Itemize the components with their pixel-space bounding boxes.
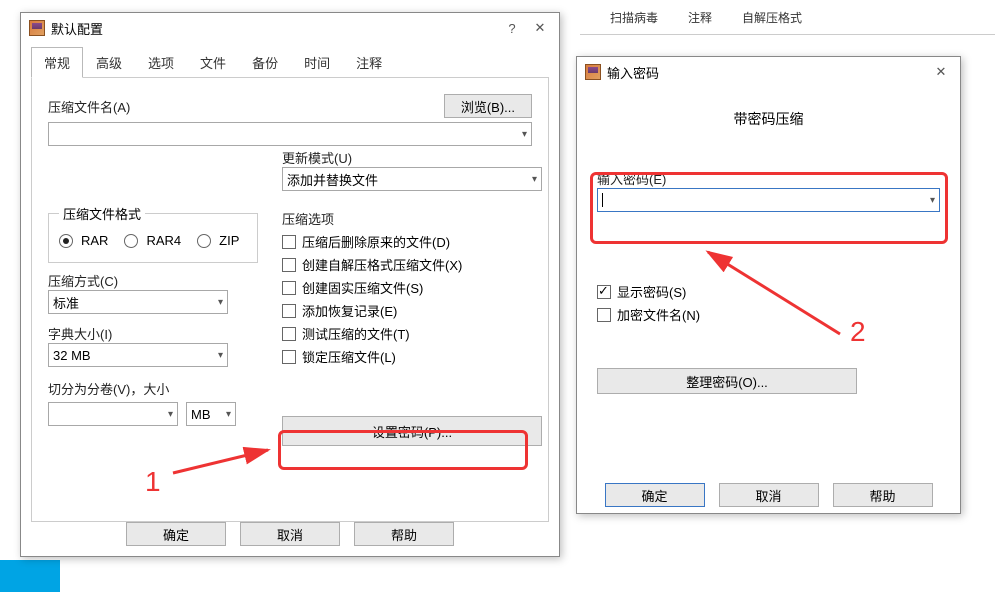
help-button[interactable]: 帮助 <box>833 483 933 507</box>
show-password-checkbox[interactable]: 显示密码(S) <box>597 282 940 301</box>
dialog1-title-text: 默认配置 <box>51 19 103 38</box>
dialog2-buttons: 确定 取消 帮助 <box>577 483 960 507</box>
dialog1-buttons: 确定 取消 帮助 <box>21 522 559 546</box>
update-mode-label: 更新模式(U) <box>282 148 542 167</box>
opt-create-sfx[interactable]: 创建自解压格式压缩文件(X) <box>282 255 542 274</box>
format-group: 压缩文件格式 RAR RAR4 ZIP <box>48 204 258 263</box>
tab-time[interactable]: 时间 <box>291 47 343 78</box>
tab-files[interactable]: 文件 <box>187 47 239 78</box>
chevron-down-icon: ▾ <box>226 409 231 420</box>
tab-general[interactable]: 常规 <box>31 47 83 78</box>
set-password-button[interactable]: 设置密码(P)... <box>282 416 542 446</box>
tab-panel: 压缩文件名(A) 浏览(B)... ▾ 压缩文件格式 RAR RAR4 ZIP … <box>31 77 549 522</box>
method-label: 压缩方式(C) <box>48 271 258 290</box>
dict-select[interactable]: 32 MB▾ <box>48 343 228 367</box>
tab-comment[interactable]: 注释 <box>343 47 395 78</box>
enter-password-dialog: 输入密码 ✕ 带密码压缩 输入密码(E) ▾ 显示密码(S) 加密文件名(N) … <box>576 56 961 514</box>
dialog1-titlebar[interactable]: 默认配置 ? ✕ <box>21 13 559 43</box>
opt-recovery[interactable]: 添加恢复记录(E) <box>282 301 542 320</box>
split-unit-select[interactable]: MB▾ <box>186 402 236 426</box>
opt-delete-after[interactable]: 压缩后删除原来的文件(D) <box>282 232 542 251</box>
archive-name-input[interactable]: ▾ <box>48 122 532 146</box>
toolbar-comment[interactable]: 注释 <box>688 9 712 26</box>
method-select[interactable]: 标准▾ <box>48 290 228 314</box>
split-label: 切分为分卷(V)，大小 <box>48 379 258 398</box>
tab-backup[interactable]: 备份 <box>239 47 291 78</box>
split-size-input[interactable]: ▾ <box>48 402 178 426</box>
cancel-button[interactable]: 取消 <box>719 483 819 507</box>
password-input[interactable]: ▾ <box>597 188 940 212</box>
tab-advanced[interactable]: 高级 <box>83 47 135 78</box>
password-subtitle: 带密码压缩 <box>597 109 940 129</box>
archive-name-label: 压缩文件名(A) <box>48 97 130 116</box>
radio-rar4[interactable]: RAR4 <box>124 233 181 248</box>
options-label: 压缩选项 <box>282 209 542 228</box>
default-profile-dialog: 默认配置 ? ✕ 常规 高级 选项 文件 备份 时间 注释 压缩文件名(A) 浏… <box>20 12 560 557</box>
enter-password-label: 输入密码(E) <box>597 169 940 188</box>
ok-button[interactable]: 确定 <box>605 483 705 507</box>
chevron-down-icon: ▾ <box>522 129 527 140</box>
close-icon[interactable]: ✕ <box>930 64 952 80</box>
format-legend: 压缩文件格式 <box>59 204 145 223</box>
dict-label: 字典大小(I) <box>48 324 258 343</box>
chevron-down-icon: ▾ <box>930 195 935 206</box>
taskbar-accent <box>0 560 60 592</box>
ok-button[interactable]: 确定 <box>126 522 226 546</box>
dialog2-title-text: 输入密码 <box>607 63 659 82</box>
tab-bar: 常规 高级 选项 文件 备份 时间 注释 <box>21 43 559 78</box>
opt-solid[interactable]: 创建固实压缩文件(S) <box>282 278 542 297</box>
browse-button[interactable]: 浏览(B)... <box>444 94 532 118</box>
winrar-icon <box>29 20 45 36</box>
opt-lock[interactable]: 锁定压缩文件(L) <box>282 347 542 366</box>
winrar-icon <box>585 64 601 80</box>
chevron-down-icon: ▾ <box>218 297 223 308</box>
toolbar-scan-virus[interactable]: 扫描病毒 <box>610 9 658 26</box>
update-mode-select[interactable]: 添加并替换文件▾ <box>282 167 542 191</box>
encrypt-filenames-checkbox[interactable]: 加密文件名(N) <box>597 305 940 324</box>
radio-zip[interactable]: ZIP <box>197 233 239 248</box>
chevron-down-icon: ▾ <box>532 174 537 185</box>
radio-rar[interactable]: RAR <box>59 233 108 248</box>
toolbar-sfx[interactable]: 自解压格式 <box>742 9 802 26</box>
chevron-down-icon: ▾ <box>218 350 223 361</box>
tab-options[interactable]: 选项 <box>135 47 187 78</box>
organize-passwords-button[interactable]: 整理密码(O)... <box>597 368 857 394</box>
background-toolbar: 扫描病毒 注释 自解压格式 <box>580 0 995 35</box>
chevron-down-icon: ▾ <box>168 409 173 420</box>
opt-test[interactable]: 测试压缩的文件(T) <box>282 324 542 343</box>
dialog2-titlebar[interactable]: 输入密码 ✕ <box>577 57 960 87</box>
help-icon[interactable]: ? <box>501 21 523 36</box>
cancel-button[interactable]: 取消 <box>240 522 340 546</box>
close-icon[interactable]: ✕ <box>529 20 551 36</box>
help-button[interactable]: 帮助 <box>354 522 454 546</box>
